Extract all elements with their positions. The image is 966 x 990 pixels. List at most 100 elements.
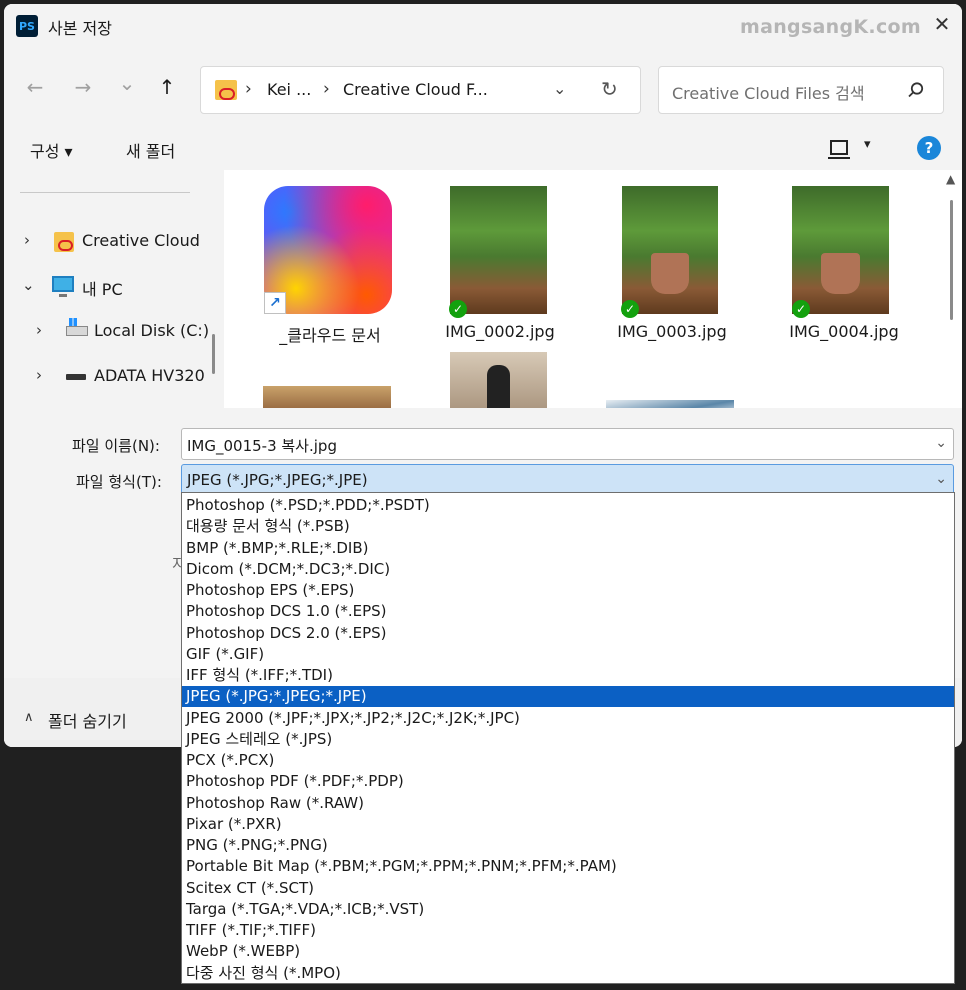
creative-cloud-folder-icon bbox=[54, 232, 74, 252]
image-thumbnail[interactable] bbox=[606, 400, 734, 408]
filetype-option[interactable]: JPEG 스테레오 (*.JPS) bbox=[182, 729, 954, 750]
window-title: 사본 저장 bbox=[48, 19, 112, 38]
filetype-option[interactable]: JPEG 2000 (*.JPF;*.JPX;*.JP2;*.J2C;*.J2K… bbox=[182, 708, 954, 729]
close-icon[interactable]: ✕ bbox=[930, 12, 954, 36]
filetype-option[interactable]: JPEG (*.JPG;*.JPEG;*.JPE) bbox=[182, 686, 954, 708]
sidebar-item-this-pc[interactable]: ⌄ 내 PC bbox=[4, 272, 214, 302]
photoshop-app-icon: PS bbox=[16, 15, 38, 37]
help-icon[interactable]: ? bbox=[917, 136, 941, 160]
file-name: IMG_0004.jpg bbox=[789, 322, 899, 341]
filetype-option[interactable]: Portable Bit Map (*.PBM;*.PGM;*.PPM;*.PN… bbox=[182, 856, 954, 877]
filetype-option[interactable]: GIF (*.GIF) bbox=[182, 644, 954, 665]
filetype-option[interactable]: WebP (*.WEBP) bbox=[182, 941, 954, 962]
file-name: IMG_0002.jpg bbox=[445, 322, 555, 341]
pc-icon bbox=[52, 276, 74, 297]
expand-chevron-icon[interactable]: › bbox=[24, 231, 30, 249]
filetype-option[interactable]: 대용량 문서 형식 (*.PSB) bbox=[182, 516, 954, 537]
nav-pane-scrollbar[interactable] bbox=[212, 334, 215, 374]
breadcrumb-separator: › bbox=[245, 79, 252, 99]
image-thumbnail[interactable] bbox=[450, 352, 547, 408]
nav-divider bbox=[20, 192, 190, 193]
sidebar-item-label: 내 PC bbox=[82, 280, 123, 299]
sidebar-item-local-disk[interactable]: › Local Disk (C:) bbox=[4, 317, 214, 347]
file-item-img-0004[interactable]: ✓ IMG_0004.jpg bbox=[756, 170, 916, 350]
sidebar-item-adata-drive[interactable]: › ADATA HV320 bbox=[4, 362, 214, 392]
search-box[interactable]: Creative Cloud Files 검색 bbox=[658, 66, 944, 114]
view-options-chevron-icon[interactable]: ▾ bbox=[864, 137, 871, 152]
address-dropdown-chevron-icon[interactable]: ⌄ bbox=[553, 79, 566, 98]
watermark-text: mangsangK.com bbox=[740, 16, 921, 38]
filetype-option[interactable]: Pixar (*.PXR) bbox=[182, 814, 954, 835]
navigation-bar: ← → ⌄ ↑ › Kei ... › Creative Cloud F... … bbox=[4, 48, 962, 124]
command-bar: 구성 ▾ 새 폴더 ▾ ? bbox=[4, 124, 962, 170]
file-item-img-0002[interactable]: ✓ IMG_0002.jpg bbox=[414, 170, 574, 350]
file-item-img-0003[interactable]: ✓ IMG_0003.jpg bbox=[586, 170, 746, 350]
filetype-selected-value: JPEG (*.JPG;*.JPEG;*.JPE) bbox=[187, 471, 368, 489]
breadcrumb-item-creative-cloud-files[interactable]: Creative Cloud F... bbox=[343, 80, 488, 99]
filetype-option[interactable]: IFF 형식 (*.IFF;*.TDI) bbox=[182, 665, 954, 686]
recent-locations-chevron-icon[interactable]: ⌄ bbox=[114, 70, 140, 96]
expand-chevron-icon[interactable]: › bbox=[36, 366, 42, 384]
address-bar[interactable]: › Kei ... › Creative Cloud F... ⌄ ↻ bbox=[200, 66, 641, 114]
sidebar-item-label: Local Disk (C:) bbox=[94, 321, 210, 340]
navigation-pane: › Creative Cloud ⌄ 내 PC › Local Disk (C:… bbox=[4, 170, 224, 408]
breadcrumb-item-kei[interactable]: Kei ... bbox=[267, 80, 311, 99]
refresh-icon[interactable]: ↻ bbox=[601, 77, 618, 101]
filename-input[interactable]: IMG_0015-3 복사.jpg bbox=[187, 435, 337, 456]
local-disk-icon bbox=[66, 318, 88, 336]
expand-chevron-icon[interactable]: › bbox=[36, 321, 42, 339]
sidebar-item-label: ADATA HV320 bbox=[94, 366, 205, 385]
up-arrow-icon[interactable]: ↑ bbox=[154, 74, 180, 100]
forward-arrow-icon[interactable]: → bbox=[70, 74, 96, 100]
filetype-option[interactable]: Photoshop Raw (*.RAW) bbox=[182, 793, 954, 814]
filetype-option[interactable]: Photoshop PDF (*.PDF;*.PDP) bbox=[182, 771, 954, 792]
synced-check-icon: ✓ bbox=[449, 300, 467, 318]
synced-check-icon: ✓ bbox=[792, 300, 810, 318]
file-name: IMG_0003.jpg bbox=[617, 322, 727, 341]
filetype-option[interactable]: Scitex CT (*.SCT) bbox=[182, 878, 954, 899]
image-thumbnail bbox=[622, 186, 718, 314]
filetype-dropdown-list: Photoshop (*.PSD;*.PDD;*.PSDT) 대용량 문서 형식 … bbox=[181, 492, 955, 984]
back-arrow-icon[interactable]: ← bbox=[22, 74, 48, 100]
image-thumbnail[interactable] bbox=[263, 386, 391, 408]
view-mode-icon[interactable] bbox=[828, 140, 850, 159]
filetype-option[interactable]: 다중 사진 형식 (*.MPO) bbox=[182, 963, 954, 984]
chevron-down-icon[interactable]: ⌄ bbox=[935, 471, 947, 487]
creative-cloud-folder-icon bbox=[215, 80, 237, 100]
filetype-option[interactable]: Photoshop DCS 1.0 (*.EPS) bbox=[182, 601, 954, 622]
filename-combobox[interactable]: IMG_0015-3 복사.jpg ⌄ bbox=[181, 428, 954, 460]
filetype-option[interactable]: Photoshop DCS 2.0 (*.EPS) bbox=[182, 623, 954, 644]
sidebar-item-label: Creative Cloud bbox=[82, 231, 200, 250]
search-icon[interactable] bbox=[907, 81, 925, 99]
filetype-option[interactable]: PNG (*.PNG;*.PNG) bbox=[182, 835, 954, 856]
new-folder-button[interactable]: 새 폴더 bbox=[126, 138, 175, 162]
shortcut-arrow-icon: ↗ bbox=[264, 292, 286, 314]
filetype-option[interactable]: Photoshop (*.PSD;*.PDD;*.PSDT) bbox=[182, 495, 954, 516]
filetype-option[interactable]: TIFF (*.TIF;*.TIFF) bbox=[182, 920, 954, 941]
image-thumbnail bbox=[450, 186, 547, 314]
file-item-cloud-docs[interactable]: ↗ _클라우드 문서 bbox=[228, 170, 392, 350]
hide-folders-button[interactable]: 폴더 숨기기 bbox=[48, 708, 127, 732]
synced-check-icon: ✓ bbox=[621, 300, 639, 318]
chevron-down-icon[interactable]: ⌄ bbox=[935, 435, 947, 451]
filetype-option[interactable]: Dicom (*.DCM;*.DC3;*.DIC) bbox=[182, 559, 954, 580]
file-list: ↗ _클라우드 문서 ✓ IMG_0002.jpg ✓ IMG_0003.jpg… bbox=[224, 170, 962, 408]
organize-button[interactable]: 구성 ▾ bbox=[30, 138, 73, 162]
external-drive-icon bbox=[66, 374, 86, 380]
file-list-scrollbar[interactable] bbox=[950, 200, 953, 320]
filetype-option[interactable]: Targa (*.TGA;*.VDA;*.ICB;*.VST) bbox=[182, 899, 954, 920]
scroll-up-arrow-icon[interactable]: ▲ bbox=[946, 172, 955, 186]
search-input[interactable]: Creative Cloud Files 검색 bbox=[672, 80, 865, 104]
breadcrumb-separator: › bbox=[323, 79, 330, 99]
chevron-up-icon[interactable]: ∧ bbox=[24, 710, 34, 725]
sidebar-item-creative-cloud[interactable]: › Creative Cloud bbox=[4, 227, 214, 257]
title-bar: PS 사본 저장 mangsangK.com ✕ bbox=[4, 4, 962, 48]
collapse-chevron-icon[interactable]: ⌄ bbox=[22, 276, 35, 294]
filetype-option[interactable]: BMP (*.BMP;*.RLE;*.DIB) bbox=[182, 538, 954, 559]
filetype-option[interactable]: PCX (*.PCX) bbox=[182, 750, 954, 771]
image-thumbnail bbox=[792, 186, 889, 314]
filetype-option[interactable]: Photoshop EPS (*.EPS) bbox=[182, 580, 954, 601]
file-name: _클라우드 문서 bbox=[279, 326, 381, 345]
filetype-label: 파일 형식(T): bbox=[76, 473, 162, 491]
filename-label: 파일 이름(N): bbox=[72, 437, 160, 455]
